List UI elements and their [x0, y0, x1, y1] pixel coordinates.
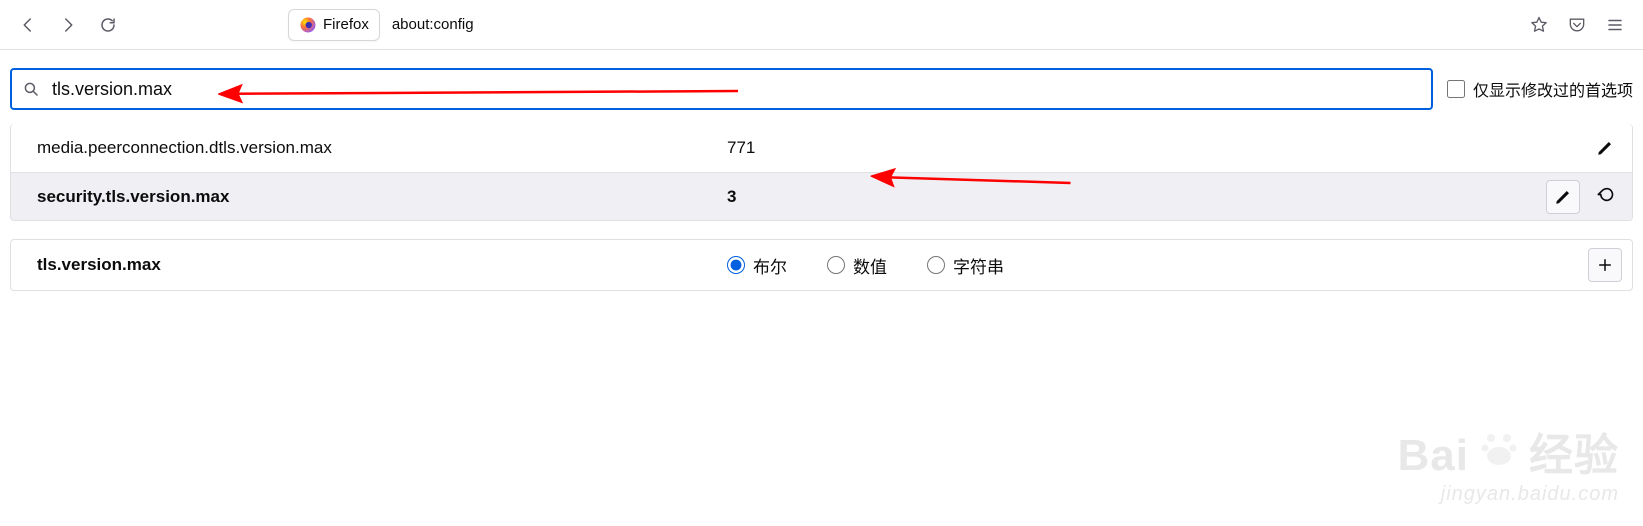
- watermark-sub: jingyan.baidu.com: [1398, 483, 1619, 506]
- edit-button[interactable]: [1546, 180, 1580, 214]
- pref-name: media.peerconnection.dtls.version.max: [37, 138, 727, 158]
- only-modified-label: 仅显示修改过的首选项: [1473, 77, 1633, 101]
- reload-button[interactable]: [92, 9, 124, 41]
- reset-button[interactable]: [1588, 180, 1622, 214]
- reset-icon: [1595, 187, 1615, 207]
- hamburger-icon: [1606, 16, 1624, 34]
- star-icon: [1529, 15, 1549, 35]
- watermark: Bai 经验 jingyan.baidu.com: [1398, 419, 1619, 506]
- url-text: about:config: [386, 16, 480, 33]
- browser-navbar: Firefox about:config: [0, 0, 1643, 50]
- pref-row: media.peerconnection.dtls.version.max 77…: [11, 124, 1632, 172]
- new-pref-actions: [1588, 248, 1622, 282]
- back-button[interactable]: [12, 9, 44, 41]
- address-bar[interactable]: Firefox about:config: [132, 7, 1515, 43]
- app-menu-button[interactable]: [1599, 9, 1631, 41]
- type-radio-number-input[interactable]: [827, 256, 845, 274]
- watermark-brand-b: 经验: [1529, 419, 1619, 483]
- navbar-actions: [1523, 9, 1631, 41]
- pocket-button[interactable]: [1561, 9, 1593, 41]
- bookmark-button[interactable]: [1523, 9, 1555, 41]
- pencil-icon: [1554, 188, 1572, 206]
- search-input-wrap: [10, 68, 1433, 110]
- type-radio-number[interactable]: 数值: [827, 253, 887, 278]
- type-radio-label: 布尔: [753, 253, 787, 278]
- new-pref-panel: tls.version.max 布尔 数值 字符串: [10, 239, 1633, 291]
- type-radio-bool-input[interactable]: [727, 256, 745, 274]
- pref-row: security.tls.version.max 3: [11, 172, 1632, 220]
- search-input[interactable]: [10, 68, 1433, 110]
- new-pref-row: tls.version.max 布尔 数值 字符串: [11, 240, 1632, 290]
- identity-label: Firefox: [323, 16, 369, 33]
- only-modified-checkbox[interactable]: [1447, 80, 1465, 98]
- type-radio-string[interactable]: 字符串: [927, 253, 1004, 278]
- pref-actions: [1588, 131, 1622, 165]
- new-pref-type-group: 布尔 数值 字符串: [727, 253, 1588, 278]
- watermark-brand-a: Bai: [1398, 431, 1469, 481]
- pref-value: 3: [727, 187, 1546, 207]
- reload-icon: [99, 16, 117, 34]
- pref-list: media.peerconnection.dtls.version.max 77…: [10, 124, 1633, 221]
- paw-icon: [1479, 430, 1519, 470]
- type-radio-string-input[interactable]: [927, 256, 945, 274]
- pref-name: security.tls.version.max: [37, 187, 727, 207]
- new-pref-name: tls.version.max: [37, 255, 727, 275]
- pref-actions: [1546, 180, 1622, 214]
- type-radio-label: 字符串: [953, 253, 1004, 278]
- plus-icon: [1596, 256, 1614, 274]
- arrow-right-icon: [59, 16, 77, 34]
- firefox-icon: [299, 16, 317, 34]
- search-row: 仅显示修改过的首选项: [0, 50, 1643, 124]
- type-radio-bool[interactable]: 布尔: [727, 253, 787, 278]
- only-modified-toggle[interactable]: 仅显示修改过的首选项: [1447, 77, 1633, 101]
- pocket-icon: [1567, 15, 1587, 35]
- arrow-left-icon: [19, 16, 37, 34]
- pref-value: 771: [727, 138, 1588, 158]
- type-radio-label: 数值: [853, 253, 887, 278]
- add-button[interactable]: [1588, 248, 1622, 282]
- forward-button[interactable]: [52, 9, 84, 41]
- edit-button[interactable]: [1588, 131, 1622, 165]
- identity-chip[interactable]: Firefox: [288, 9, 380, 41]
- search-icon: [22, 80, 40, 98]
- pencil-icon: [1596, 139, 1614, 157]
